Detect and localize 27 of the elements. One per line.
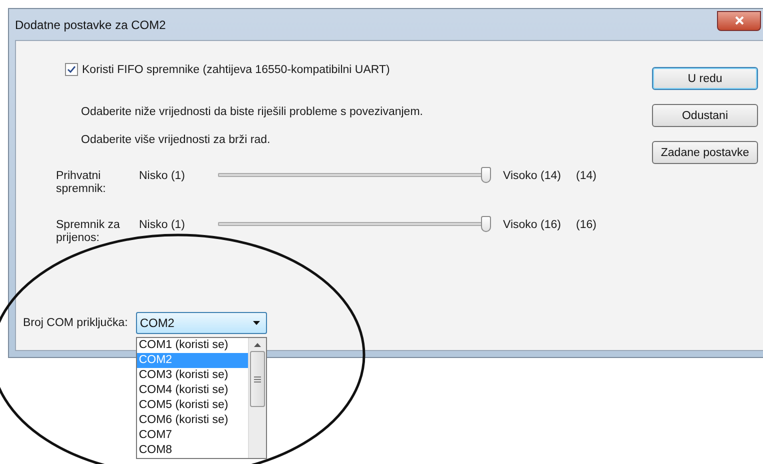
slider-label: Prihvatni spremnik: <box>56 170 107 196</box>
slider-reading: (14) <box>576 170 598 182</box>
low-label: Nisko (1) <box>139 170 186 182</box>
high-label: Visoko (16) <box>503 219 562 231</box>
dropdown-arrow-icon <box>252 321 260 325</box>
com-port-dropdown[interactable]: COM2 <box>136 312 267 334</box>
slider-reading: (16) <box>576 219 598 231</box>
slider-thumb[interactable] <box>481 216 491 232</box>
hint-text: Odaberite niže vrijednosti da biste riješili probleme s povezivanjem. <box>81 106 424 118</box>
slider-thumb[interactable] <box>481 167 491 183</box>
window-title: Dodatne postavke za COM2 <box>15 18 166 32</box>
scroll-up-arrow-icon[interactable] <box>254 343 261 347</box>
hint-text: Odaberite više vrijednosti za brži rad. <box>81 134 272 146</box>
scroll-thumb[interactable] <box>250 351 265 407</box>
fifo-label: Koristi FIFO spremnike (zahtijeva 16550-kompatibilni UART) <box>82 64 390 76</box>
low-label: Nisko (1) <box>139 219 186 231</box>
scrollbar[interactable] <box>248 338 266 458</box>
fifo-checkbox[interactable] <box>65 63 78 76</box>
close-button[interactable] <box>717 10 761 30</box>
dialog-button[interactable]: Zadane postavke <box>652 141 758 164</box>
dialog-button[interactable]: Odustani <box>652 104 758 127</box>
com-port-label: Broj COM priključka: <box>23 317 128 329</box>
high-label: Visoko (14) <box>503 170 562 182</box>
dialog-button[interactable]: U redu <box>652 67 758 90</box>
close-icon <box>734 16 744 25</box>
grip-icon <box>254 376 261 382</box>
slider-label: Spremnik za prijenos: <box>56 219 121 245</box>
